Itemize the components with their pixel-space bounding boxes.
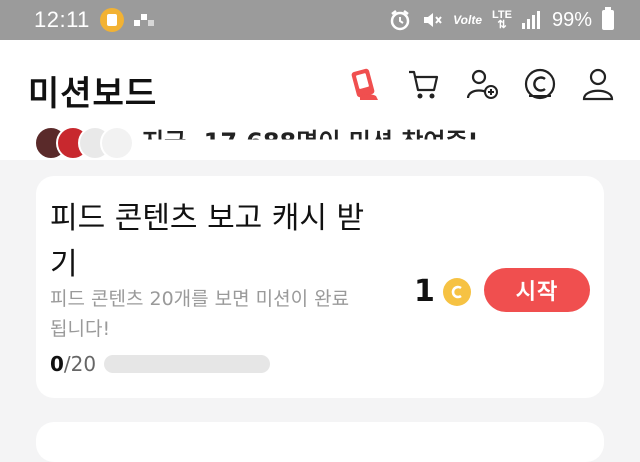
alarm-icon	[390, 10, 410, 31]
app-header: 미션보드	[0, 40, 640, 130]
coin-c-icon[interactable]	[522, 66, 558, 102]
status-time: 12:11	[34, 7, 90, 32]
progress-row: 0/20	[50, 352, 271, 376]
mute-icon	[424, 13, 442, 27]
reward-amount: 1	[414, 274, 435, 309]
status-left: 12:11	[34, 7, 154, 33]
status-right: Volte LTE ⇅ 99%	[389, 7, 614, 32]
battery-icon	[602, 7, 614, 30]
ticker-text: 지금, 17,688명이 미션 참여중!	[142, 128, 479, 156]
progress-bar	[104, 355, 271, 373]
add-friend-icon[interactable]	[464, 66, 500, 102]
progress-count: 0/20	[50, 352, 96, 376]
status-bar: 12:11 Volte LTE ⇅ 99%	[0, 0, 640, 40]
signal-icon	[521, 11, 540, 29]
network-label: LTE ⇅	[492, 9, 512, 31]
coin-icon	[442, 277, 471, 306]
progress-current: 0	[50, 352, 64, 376]
profile-icon[interactable]	[580, 66, 616, 102]
battery-percent: 99%	[551, 8, 592, 31]
reward: 1	[414, 274, 471, 309]
mission-description: 피드 콘텐츠 20개를 보면 미션이 완료됩니다!	[50, 288, 350, 340]
header-icons	[348, 66, 616, 102]
cart-icon[interactable]	[406, 66, 442, 102]
notification-small-icon	[133, 14, 154, 26]
volte-label: Volte	[453, 13, 482, 27]
phone-card-icon[interactable]	[348, 66, 384, 102]
mission-title: 피드 콘텐츠 보고 캐시 받기	[50, 201, 365, 282]
progress-total: /20	[63, 352, 97, 376]
start-button[interactable]: 시작	[484, 268, 590, 312]
next-mission-card[interactable]	[36, 422, 604, 462]
notification-app-icon	[99, 8, 124, 32]
avatar	[100, 126, 134, 160]
avatar-group	[34, 126, 134, 160]
network-type: LTE	[492, 9, 512, 21]
page-title: 미션보드	[28, 74, 158, 114]
participation-ticker: 지금, 17,688명이 미션 참여중!	[0, 120, 640, 160]
mission-card[interactable]: 피드 콘텐츠 보고 캐시 받기 피드 콘텐츠 20개를 보면 미션이 완료됩니다…	[36, 176, 604, 398]
